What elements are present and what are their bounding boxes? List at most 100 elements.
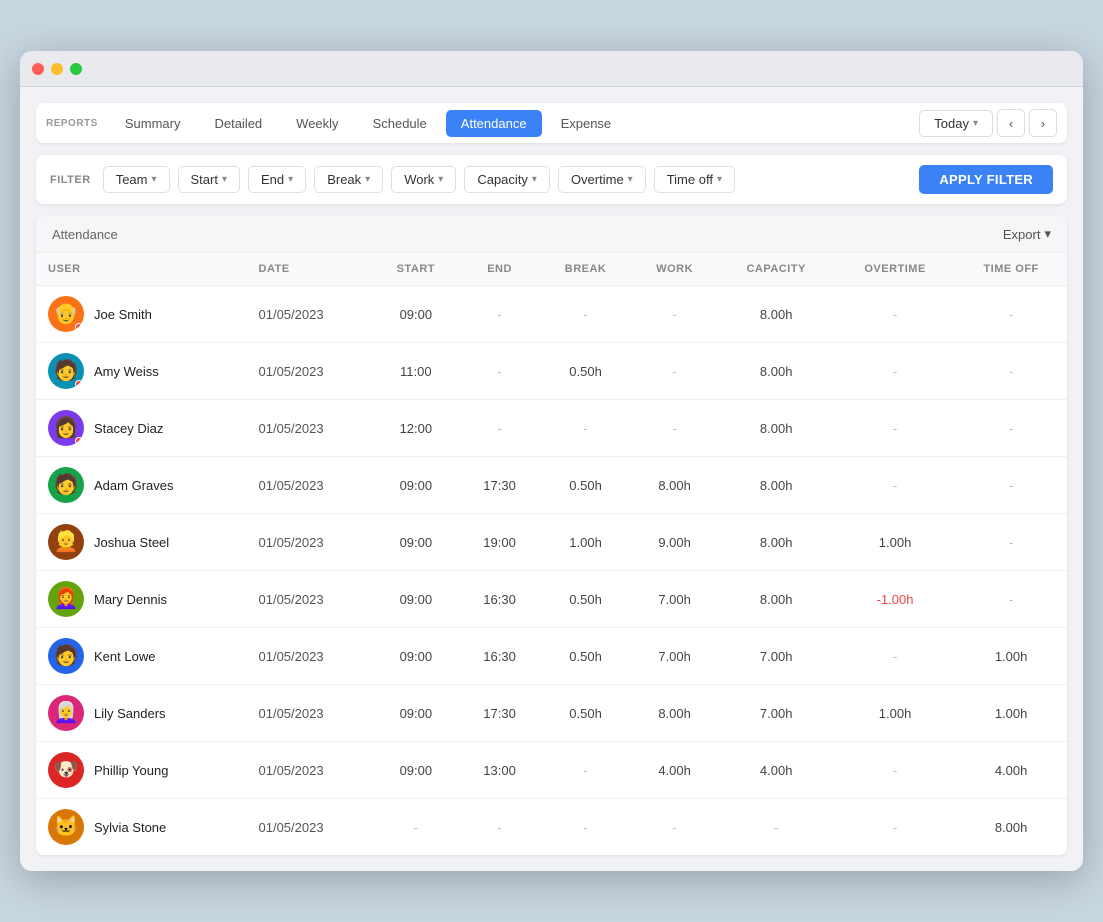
filter-work[interactable]: Work ▾: [391, 166, 456, 193]
attendance-section-label: Attendance: [52, 227, 118, 242]
attendance-table-container: Attendance Export ▾ USER DATE START END …: [36, 216, 1067, 855]
titlebar: [20, 51, 1083, 87]
avatar-emoji: 🧑: [54, 646, 79, 666]
timeoff-cell: -: [955, 343, 1067, 400]
table-row: 👩‍🦰 Mary Dennis 01/05/202309:0016:300.50…: [36, 571, 1067, 628]
minimize-dot[interactable]: [51, 63, 63, 75]
break-cell: 1.00h: [539, 514, 631, 571]
filter-timeoff[interactable]: Time off ▾: [654, 166, 735, 193]
start-cell: 09:00: [372, 514, 460, 571]
capacity-cell: 8.00h: [717, 571, 834, 628]
prev-button[interactable]: ‹: [997, 109, 1025, 137]
today-button[interactable]: Today ▾: [919, 110, 993, 137]
filter-bar: FILTER Team ▾ Start ▾ End ▾ Break ▾ Work…: [36, 155, 1067, 204]
timeoff-cell: -: [955, 571, 1067, 628]
col-overtime: OVERTIME: [835, 253, 955, 286]
export-label: Export: [1003, 227, 1041, 242]
table-row: 🧑 Kent Lowe 01/05/202309:0016:300.50h7.0…: [36, 628, 1067, 685]
filter-team[interactable]: Team ▾: [103, 166, 170, 193]
break-cell: 0.50h: [539, 343, 631, 400]
avatar-emoji: 👱: [54, 532, 79, 552]
end-cell: 13:00: [460, 742, 540, 799]
nav-right-controls: Today ▾ ‹ ›: [919, 109, 1057, 137]
tab-attendance[interactable]: Attendance: [446, 110, 542, 137]
filter-capacity[interactable]: Capacity ▾: [464, 166, 550, 193]
work-chevron-icon: ▾: [438, 174, 443, 185]
filter-break[interactable]: Break ▾: [314, 166, 383, 193]
overtime-cell: -: [835, 799, 955, 856]
end-cell: -: [460, 286, 540, 343]
end-cell: 17:30: [460, 685, 540, 742]
start-cell: 09:00: [372, 457, 460, 514]
user-name: Phillip Young: [94, 763, 168, 778]
start-cell: 09:00: [372, 742, 460, 799]
timeoff-chevron-icon: ▾: [717, 174, 722, 185]
overtime-label: Overtime: [571, 172, 624, 187]
end-cell: -: [460, 400, 540, 457]
date-cell: 01/05/2023: [247, 685, 372, 742]
date-cell: 01/05/2023: [247, 799, 372, 856]
overtime-cell: -: [835, 628, 955, 685]
user-name: Kent Lowe: [94, 649, 155, 664]
reports-label: REPORTS: [46, 118, 98, 129]
break-cell: 0.50h: [539, 457, 631, 514]
start-cell: 09:00: [372, 286, 460, 343]
capacity-cell: 8.00h: [717, 286, 834, 343]
close-dot[interactable]: [32, 63, 44, 75]
maximize-dot[interactable]: [70, 63, 82, 75]
capacity-label: Capacity: [477, 172, 528, 187]
table-row: 👴 Joe Smith 01/05/202309:00---8.00h--: [36, 286, 1067, 343]
col-date: DATE: [247, 253, 372, 286]
next-button[interactable]: ›: [1029, 109, 1057, 137]
nav-tabs-container: REPORTS Summary Detailed Weekly Schedule…: [46, 110, 626, 137]
start-cell: 11:00: [372, 343, 460, 400]
export-chevron-icon: ▾: [1044, 226, 1051, 242]
avatar-emoji: 👴: [54, 304, 79, 324]
user-name: Amy Weiss: [94, 364, 159, 379]
break-chevron-icon: ▾: [365, 174, 370, 185]
filter-overtime[interactable]: Overtime ▾: [558, 166, 646, 193]
avatar-emoji: 🧑: [54, 361, 79, 381]
avatar-emoji: 👩: [54, 418, 79, 438]
break-cell: 0.50h: [539, 685, 631, 742]
capacity-chevron-icon: ▾: [532, 174, 537, 185]
col-break: BREAK: [539, 253, 631, 286]
break-cell: 0.50h: [539, 628, 631, 685]
tab-summary[interactable]: Summary: [110, 110, 196, 137]
filter-end[interactable]: End ▾: [248, 166, 306, 193]
capacity-cell: -: [717, 799, 834, 856]
overtime-cell: -: [835, 286, 955, 343]
user-name: Mary Dennis: [94, 592, 167, 607]
tab-detailed[interactable]: Detailed: [199, 110, 277, 137]
capacity-cell: 8.00h: [717, 514, 834, 571]
tab-schedule[interactable]: Schedule: [358, 110, 442, 137]
user-cell: 🧑 Adam Graves: [36, 457, 247, 514]
app-window: REPORTS Summary Detailed Weekly Schedule…: [20, 51, 1083, 871]
work-cell: -: [632, 286, 718, 343]
user-name: Joshua Steel: [94, 535, 169, 550]
tab-weekly[interactable]: Weekly: [281, 110, 353, 137]
work-cell: 7.00h: [632, 628, 718, 685]
export-button[interactable]: Export ▾: [1003, 226, 1051, 242]
start-cell: -: [372, 799, 460, 856]
avatar-emoji: 🐶: [54, 760, 79, 780]
start-cell: 09:00: [372, 685, 460, 742]
user-name: Joe Smith: [94, 307, 152, 322]
date-cell: 01/05/2023: [247, 286, 372, 343]
work-cell: -: [632, 343, 718, 400]
overtime-cell: 1.00h: [835, 514, 955, 571]
timeoff-cell: 1.00h: [955, 685, 1067, 742]
timeoff-cell: -: [955, 286, 1067, 343]
work-cell: 8.00h: [632, 685, 718, 742]
capacity-cell: 8.00h: [717, 400, 834, 457]
timeoff-cell: -: [955, 457, 1067, 514]
tab-expense[interactable]: Expense: [546, 110, 627, 137]
col-work: WORK: [632, 253, 718, 286]
work-cell: -: [632, 799, 718, 856]
end-cell: 16:30: [460, 571, 540, 628]
apply-filter-button[interactable]: APPLY FILTER: [919, 165, 1053, 194]
user-cell: 👩‍🦰 Mary Dennis: [36, 571, 247, 628]
filter-start[interactable]: Start ▾: [178, 166, 241, 193]
status-dot: [75, 437, 83, 445]
user-cell: 👱 Joshua Steel: [36, 514, 247, 571]
